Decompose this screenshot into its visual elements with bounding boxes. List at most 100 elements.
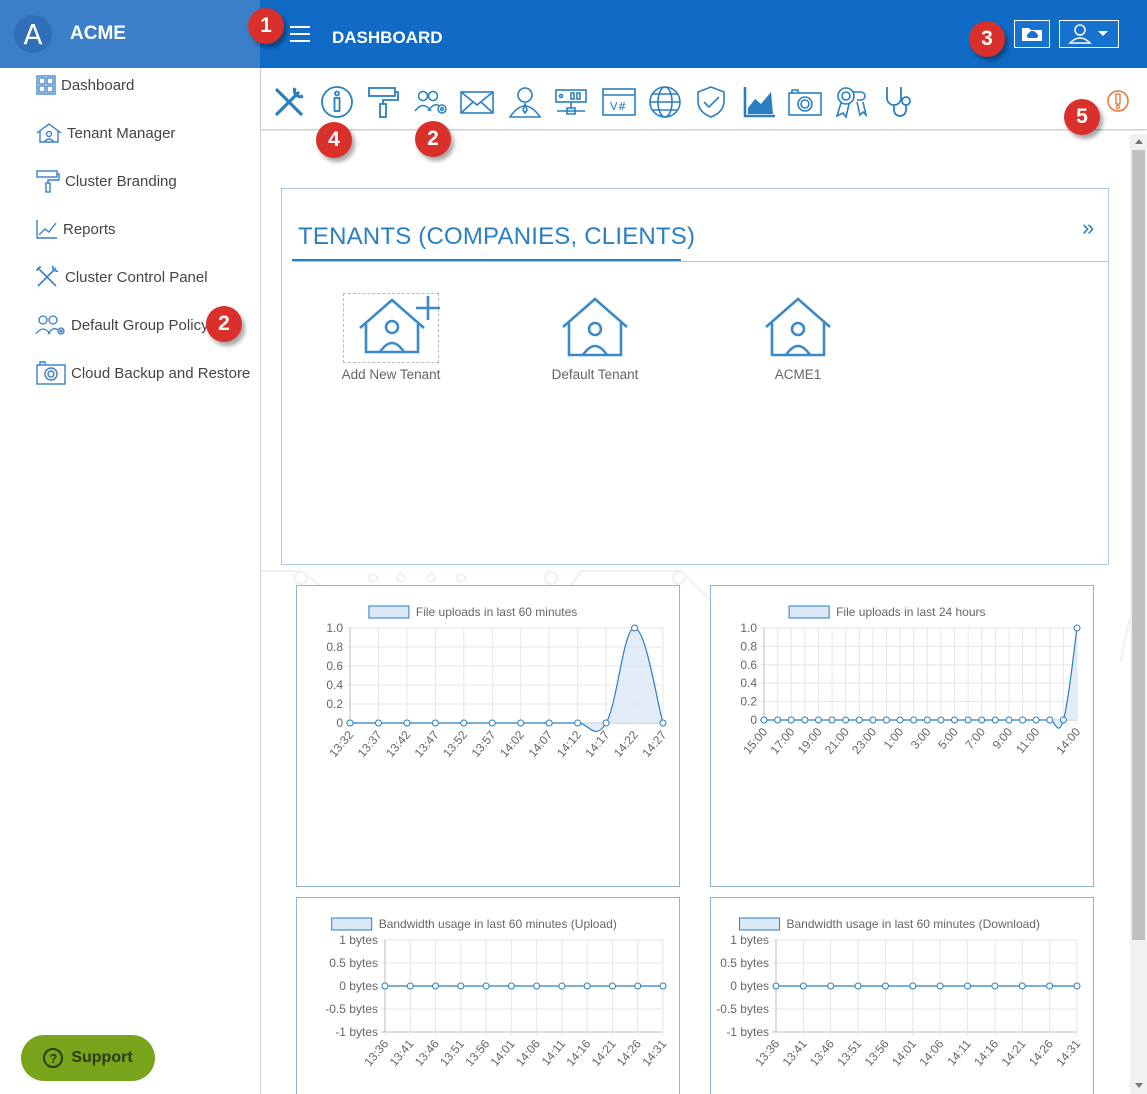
x-tick-label: 21:00 [822,725,852,757]
brand-name: ACME [70,23,126,44]
support-button[interactable]: ? Support [21,1035,155,1081]
y-tick-label: 0 bytes [339,979,378,993]
tenant-tile-default[interactable]: Default Tenant [535,293,655,382]
line-chart-icon [36,220,57,239]
x-tick-label: 14:21 [999,1037,1029,1069]
scrollbar-thumb[interactable] [1132,150,1145,940]
data-point [909,982,917,990]
legend-swatch [788,605,830,619]
mail-icon[interactable] [459,84,495,120]
user-icon[interactable] [507,84,543,120]
area-chart-icon[interactable] [741,84,777,120]
annotation-marker-2-sidebar: 2 [206,306,242,342]
sidebar-item-label: Cloud Backup and Restore [71,364,251,382]
legend-label: File uploads in last 60 minutes [416,605,577,619]
user-menu-button[interactable] [1059,20,1119,48]
brand-header[interactable]: A ACME [0,0,260,68]
paint-roller-icon [36,170,60,193]
data-point [814,716,822,724]
data-point [431,719,439,727]
y-tick-label: 0.5 bytes [720,956,769,970]
hamburger-menu-icon[interactable] [290,26,310,44]
cloud-folder-button[interactable] [1014,20,1050,48]
globe-icon[interactable] [647,84,683,120]
vertical-scrollbar[interactable] [1130,134,1147,1094]
sidebar-item-reports[interactable]: Reports [35,216,116,242]
data-point [634,982,642,990]
certificate-icon[interactable] [833,84,869,120]
panel-divider [292,261,1109,262]
y-tick-label: -1 bytes [335,1025,378,1039]
x-tick-label: 14:07 [525,728,555,760]
add-new-tenant-tile[interactable]: Add New Tenant [331,293,451,382]
x-tick-label: 13:46 [807,1037,837,1069]
server-icon[interactable] [553,84,589,120]
x-tick-label: 14:27 [639,728,669,760]
data-point [406,982,414,990]
scroll-up-arrow-icon[interactable] [1135,139,1143,144]
y-tick-label: 1.0 [326,621,343,635]
chart-svg: Bandwidth usage in last 60 minutes (Down… [716,917,1083,1069]
data-point [772,982,780,990]
paint-roller-icon[interactable] [365,84,401,120]
svg-text:V#: V# [610,100,627,113]
sidebar-item-cluster-control-panel[interactable]: Cluster Control Panel [35,264,208,290]
y-tick-label: 0 bytes [730,979,769,993]
sidebar-item-dashboard[interactable]: Dashboard [35,72,134,98]
data-point [545,719,553,727]
x-tick-label: 14:11 [539,1037,569,1069]
x-tick-label: 13:41 [780,1037,810,1069]
sidebar-item-cloud-backup[interactable]: Cloud Backup and Restore [35,360,250,386]
camera-icon[interactable] [787,84,823,120]
data-point [991,716,999,724]
sidebar: Dashboard Tenant Manager Cluster Brandin… [0,68,261,1094]
legend-label: File uploads in last 24 hours [836,605,985,619]
data-point [1046,982,1054,990]
data-point [896,716,904,724]
data-point [828,716,836,724]
house-icon [36,123,62,143]
tenants-panel: TENANTS (COMPANIES, CLIENTS) » Add New T… [281,188,1109,565]
help-icon: ? [43,1048,64,1068]
tenant-tile-acme1[interactable]: ACME1 [738,293,858,382]
sidebar-item-default-group-policy[interactable]: Default Group Policy [35,312,209,338]
data-point [855,716,863,724]
shield-check-icon[interactable] [693,84,729,120]
info-icon[interactable] [319,84,355,120]
y-tick-label: 0.2 [740,695,757,709]
data-point [1073,982,1081,990]
data-point [881,982,889,990]
annotation-marker-5: 5 [1064,99,1100,135]
series-line [764,627,1078,729]
page-title: DASHBOARD [332,28,443,47]
data-point [1018,982,1026,990]
x-tick-label: 13:37 [355,728,385,760]
sidebar-item-label: Cluster Control Panel [65,268,208,286]
grid-icon [36,75,56,95]
alert-icon[interactable] [1106,89,1130,113]
tools-icon[interactable] [271,84,307,120]
data-point [882,716,890,724]
chevron-down-icon [1098,31,1108,36]
version-icon[interactable]: V# [601,84,637,120]
user-icon [1068,24,1108,44]
scroll-down-arrow-icon[interactable] [1135,1083,1143,1088]
stethoscope-icon[interactable] [881,84,917,120]
x-tick-label: 13:36 [361,1037,391,1069]
expand-double-chevron-icon[interactable]: » [1082,215,1094,241]
x-tick-label: 14:26 [614,1037,644,1069]
annotation-marker-4: 4 [316,122,352,158]
x-tick-label: 14:11 [944,1037,974,1069]
data-point [488,719,496,727]
sidebar-item-label: Cluster Branding [65,172,177,190]
group-settings-icon[interactable] [413,84,449,120]
y-tick-label: -0.5 bytes [325,1002,378,1016]
x-tick-label: 14:02 [497,728,527,760]
x-tick-label: 14:31 [1053,1037,1083,1069]
sidebar-item-tenant-manager[interactable]: Tenant Manager [35,120,175,146]
x-tick-label: 13:56 [862,1037,892,1069]
house-icon [562,297,628,357]
toolbar: V# [261,68,1147,130]
x-tick-label: 11:00 [1013,725,1043,757]
sidebar-item-cluster-branding[interactable]: Cluster Branding [35,168,177,194]
